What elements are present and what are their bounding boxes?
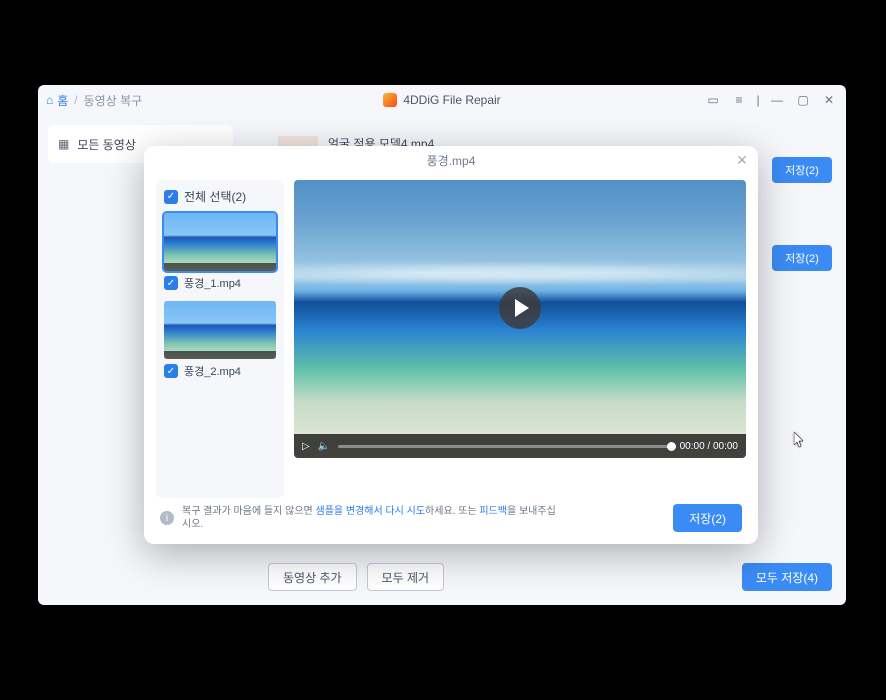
volume-icon[interactable]: 🔈 (318, 441, 330, 452)
close-icon[interactable]: ✕ (734, 152, 750, 168)
cursor-icon (794, 432, 806, 448)
video-icon: ▦ (58, 137, 69, 151)
modal-save-button[interactable]: 저장(2) (673, 504, 742, 532)
add-video-button[interactable]: 동영상 추가 (268, 563, 357, 591)
check-icon: ✓ (164, 190, 178, 204)
check-icon[interactable]: ✓ (164, 276, 178, 290)
thumbnail-column: ✓ 전체 선택(2) ✓ 풍경_1.mp4 ✓ 풍경_2.mp4 (156, 180, 284, 498)
hint-text: 복구 결과가 마음에 들지 않으면 샘플을 변경해서 다시 시도하세요. 또는 … (182, 505, 562, 532)
thumbnail-item[interactable]: ✓ 풍경_1.mp4 (164, 213, 276, 291)
select-all-label: 전체 선택(2) (184, 188, 246, 205)
close-button[interactable]: ✕ (818, 89, 840, 111)
save-button-row1[interactable]: 저장(2) (772, 157, 832, 183)
minimize-button[interactable]: — (766, 89, 788, 111)
info-icon: i (160, 511, 174, 525)
check-icon[interactable]: ✓ (164, 364, 178, 378)
modal-title-text: 풍경.mp4 (427, 152, 476, 169)
retry-link[interactable]: 샘플을 변경해서 다시 시도 (316, 506, 426, 517)
sidebar-label: 모든 동영상 (77, 136, 136, 153)
maximize-button[interactable]: ▢ (792, 89, 814, 111)
modal-footer: i 복구 결과가 마음에 들지 않으면 샘플을 변경해서 다시 시도하세요. 또… (144, 498, 758, 538)
remove-all-button[interactable]: 모두 제거 (367, 563, 445, 591)
app-title-text: 4DDiG File Repair (403, 93, 500, 107)
seek-bar[interactable] (338, 445, 671, 448)
breadcrumb-current: 동영상 복구 (84, 92, 143, 109)
select-all-checkbox[interactable]: ✓ 전체 선택(2) (164, 188, 276, 205)
breadcrumb-sep: / (74, 93, 77, 107)
video-preview: ▷ 🔈 00:00 / 00:00 (294, 180, 746, 498)
divider: | (754, 89, 762, 111)
save-all-button[interactable]: 모두 저장(4) (742, 563, 832, 591)
feedback-icon[interactable]: ▭ (702, 89, 724, 111)
save-button-row2[interactable]: 저장(2) (772, 245, 832, 271)
app-logo-icon (383, 93, 397, 107)
titlebar: ⌂ 홈 / 동영상 복구 4DDiG File Repair ▭ ≡ | — ▢… (38, 85, 846, 115)
thumbnail-item[interactable]: ✓ 풍경_2.mp4 (164, 301, 276, 379)
preview-modal: 풍경.mp4 ✕ ✓ 전체 선택(2) ✓ 풍경_1.mp4 ✓ 풍경_2.mp… (144, 146, 758, 544)
home-icon[interactable]: ⌂ (46, 93, 53, 107)
video-frame[interactable]: ▷ 🔈 00:00 / 00:00 (294, 180, 746, 458)
thumbnail-label: 풍경_1.mp4 (184, 275, 241, 291)
thumbnail-image (164, 213, 276, 271)
thumbnail-label: 풍경_2.mp4 (184, 363, 241, 379)
breadcrumb-home[interactable]: 홈 (57, 92, 68, 109)
play-button[interactable] (499, 287, 541, 329)
menu-icon[interactable]: ≡ (728, 89, 750, 111)
thumbnail-image (164, 301, 276, 359)
feedback-link[interactable]: 피드백 (479, 506, 507, 517)
video-controls: ▷ 🔈 00:00 / 00:00 (294, 434, 746, 458)
time-display: 00:00 / 00:00 (680, 441, 738, 452)
play-icon[interactable]: ▷ (302, 441, 310, 452)
modal-title: 풍경.mp4 ✕ (144, 146, 758, 174)
